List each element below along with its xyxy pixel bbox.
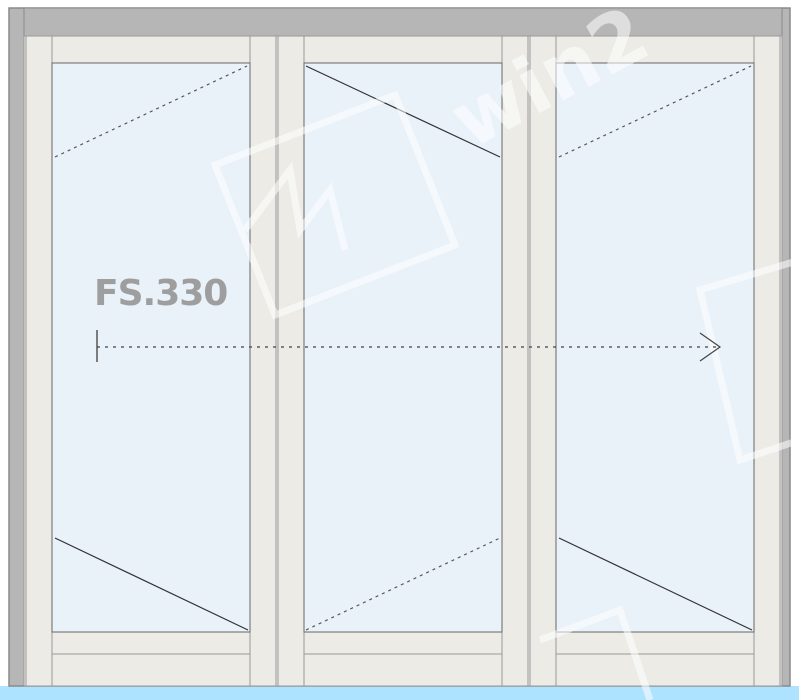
left-panel xyxy=(25,35,277,687)
left-panel-outer-stile xyxy=(25,35,53,687)
door-elevation-drawing: win2 xyxy=(0,0,799,700)
left-panel-kick-rail xyxy=(51,653,251,687)
left-panel-top-rail xyxy=(51,35,251,64)
left-panel-inner-stile xyxy=(249,35,277,687)
right-panel xyxy=(529,35,781,687)
right-panel-outer-stile xyxy=(753,35,781,687)
model-label: FS.330 xyxy=(94,273,228,314)
right-panel-kick-rail xyxy=(555,653,755,687)
outer-frame-head xyxy=(23,7,783,37)
middle-panel-bottom-rail xyxy=(303,631,503,655)
left-panel-bottom-rail xyxy=(51,631,251,655)
middle-panel-kick-rail xyxy=(303,653,503,687)
bifold-door-diagram: win2 FS.330 xyxy=(0,0,799,700)
right-panel-bottom-rail xyxy=(555,631,755,655)
left-panel-glass xyxy=(51,62,251,633)
floor-track xyxy=(0,686,799,700)
middle-panel-top-rail xyxy=(303,35,503,64)
